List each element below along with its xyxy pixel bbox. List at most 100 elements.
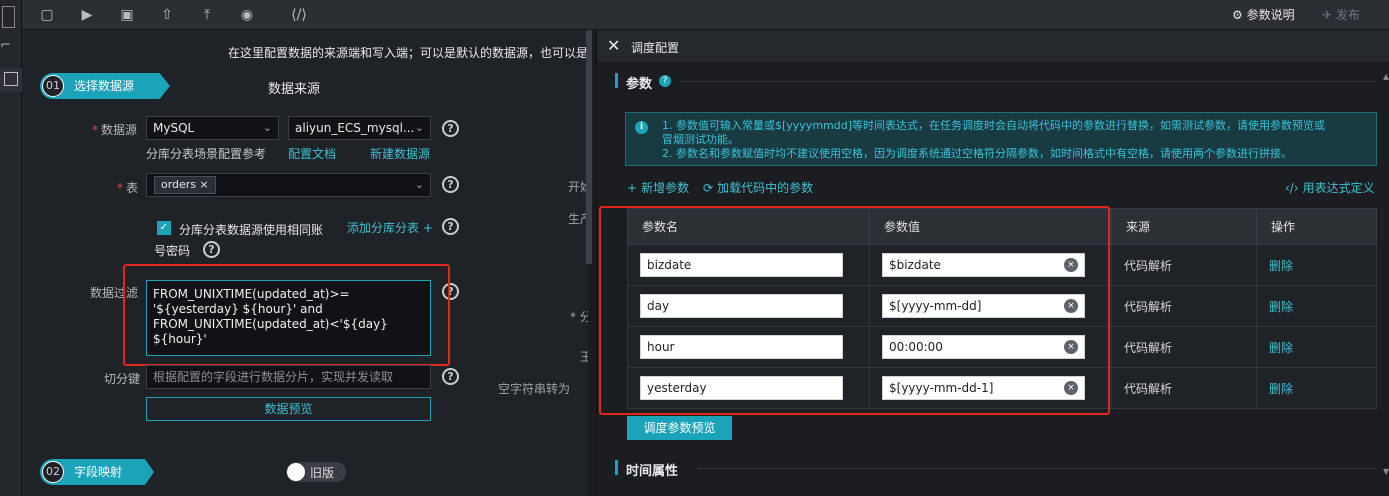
params-doc-button[interactable]: ⚙ 参数说明: [1232, 6, 1295, 23]
peek-text-3: 空字符串转为: [498, 382, 571, 396]
code-icon[interactable]: ⟨/⟩: [290, 6, 308, 24]
format-icon[interactable]: ⤒: [198, 6, 216, 24]
table-help-icon[interactable]: ?: [442, 176, 459, 193]
scroll-up-icon[interactable]: ▲: [1383, 72, 1389, 81]
gutter-grid-icon[interactable]: [0, 68, 22, 92]
datasource-name-select[interactable]: aliyun_ECS_mysql... ⌄: [288, 116, 431, 140]
param-source: 代码解析: [1111, 244, 1257, 286]
gutter-format-icon[interactable]: ⌐: [0, 38, 11, 53]
param-source: 代码解析: [1111, 285, 1257, 327]
schedule-params-preview-button[interactable]: 调度参数预览: [627, 416, 732, 440]
param-value-input[interactable]: 00:00:00 ×: [882, 335, 1085, 359]
toolbar: ▢ ▶ ▣ ⇧ ⤒ ◉ ⟨/⟩ ⚙ 参数说明 ✈ 发布: [22, 0, 1389, 30]
table-row: bizdate $bizdate × 代码解析 删除: [627, 244, 1377, 286]
data-preview-button[interactable]: 数据预览: [146, 397, 431, 421]
table-row: hour 00:00:00 × 代码解析 删除: [627, 326, 1377, 368]
param-value-input[interactable]: $[yyyy-mm-dd] ×: [882, 294, 1085, 318]
shard-help-icon[interactable]: ?: [442, 218, 459, 235]
filter-label: 数据过滤: [90, 286, 139, 300]
load-params-button[interactable]: ⟳ 加载代码中的参数: [703, 179, 813, 196]
peek-text-1: 开始: [568, 180, 588, 194]
hint-text: 在这里配置数据的来源端和写入端；可以是默认的数据源，也可以是: [228, 46, 588, 60]
table-row: yesterday $[yyyy-mm-dd-1] × 代码解析 删除: [627, 367, 1377, 409]
param-source: 代码解析: [1111, 367, 1257, 409]
left-scrollbar[interactable]: [586, 30, 592, 264]
table-label: * 表: [117, 181, 139, 195]
params-info-box: i 1. 参数值可输入常量或$[yyyymmdd]等时间表达式，在任务调度时会自…: [625, 112, 1377, 166]
split-key-input[interactable]: 根据配置的字段进行数据分片，实现并发读取: [146, 365, 431, 389]
table-row: day $[yyyy-mm-dd] × 代码解析 删除: [627, 285, 1377, 327]
add-shard-link[interactable]: 添加分库分表 +: [347, 219, 433, 236]
info-line-1: 1. 参数值可输入常量或$[yyyymmdd]等时间表达式，在任务调度时会自动将…: [662, 119, 1326, 132]
right-scrollbar[interactable]: ▲ ▼: [1383, 70, 1389, 496]
run-params-icon[interactable]: ▣: [118, 6, 136, 24]
panel-header: ✕ 调度配置: [597, 30, 1389, 62]
save-icon[interactable]: ▢: [38, 6, 56, 24]
upload-icon[interactable]: ⇧: [158, 6, 176, 24]
table-tag-orders[interactable]: orders ×: [154, 176, 216, 194]
stop-icon[interactable]: ◉: [238, 6, 256, 24]
param-source: 代码解析: [1111, 326, 1257, 368]
params-help-icon[interactable]: ?: [659, 75, 671, 87]
param-value-input[interactable]: $[yyyy-mm-dd-1] ×: [882, 376, 1085, 400]
old-version-toggle[interactable]: 旧版: [286, 462, 346, 482]
filter-help-icon[interactable]: ?: [442, 283, 459, 300]
info-icon: i: [635, 121, 648, 134]
split-key-label: 切分键: [104, 372, 141, 386]
datasource-help-icon[interactable]: ?: [442, 120, 459, 137]
split-help-icon[interactable]: ?: [442, 368, 459, 385]
time-section-title: 时间属性: [626, 464, 679, 479]
filter-textarea[interactable]: FROM_UNIXTIME(updated_at)>= '${yesterday…: [146, 280, 431, 356]
delete-link[interactable]: 删除: [1269, 300, 1293, 314]
same-account-checkbox[interactable]: ✓: [157, 221, 171, 235]
close-icon[interactable]: ✕: [607, 36, 620, 55]
info-line-2: 2. 参数名和参数赋值时均不建议使用空格，因为调度系统通过空格符分隔参数，如时间…: [662, 147, 1292, 160]
config-doc-link[interactable]: 配置文档: [288, 145, 336, 162]
datasource-type-select[interactable]: MySQL ⌄: [146, 116, 279, 140]
schedule-config-panel: ✕ 调度配置 参数 ? i 1. 参数值可输入常量或$[yyyymmdd]等时间…: [596, 30, 1389, 496]
info-line-1b: 冒烟测试功能。: [662, 133, 739, 146]
param-value-input[interactable]: $bizdate ×: [882, 253, 1085, 277]
delete-link[interactable]: 删除: [1269, 341, 1293, 355]
params-table: 参数名 参数值 来源 操作 bizdate $bizdate × 代码解析 删除 …: [627, 208, 1377, 409]
params-section-bar: [615, 73, 618, 88]
time-section-bar: [615, 460, 618, 475]
sharding-ref-link[interactable]: 分库分表场景配置参考: [146, 145, 266, 162]
delete-link[interactable]: 删除: [1269, 382, 1293, 396]
param-name-input[interactable]: day: [640, 294, 843, 318]
peek-text-5: 王: [580, 350, 588, 364]
param-name-input[interactable]: hour: [640, 335, 843, 359]
datasource-label: * 数据源: [92, 123, 138, 137]
publish-button[interactable]: ✈ 发布: [1322, 6, 1360, 23]
delete-link[interactable]: 删除: [1269, 259, 1293, 273]
run-icon[interactable]: ▶: [78, 6, 96, 24]
peek-text-4: * 分: [570, 310, 588, 324]
gutter-box[interactable]: [2, 6, 15, 28]
params-section-divider: [679, 81, 1377, 82]
same-account-label-1: 分库分表数据源使用相同账: [179, 223, 324, 237]
same-account-label-2: 号密码: [154, 244, 191, 258]
same-account-help-icon[interactable]: ?: [203, 241, 220, 258]
clear-icon[interactable]: ×: [1064, 381, 1078, 395]
step-field-mapping[interactable]: 02 字段映射: [40, 459, 154, 485]
clear-icon[interactable]: ×: [1064, 299, 1078, 313]
col-operation: 操作: [1256, 208, 1377, 245]
add-param-button[interactable]: + 新增参数: [627, 179, 689, 196]
panel-title: 调度配置: [631, 41, 680, 55]
peek-text-2: 生产: [568, 212, 588, 226]
param-name-input[interactable]: yesterday: [640, 376, 843, 400]
time-section-divider: [697, 468, 1377, 469]
col-param-name: 参数名: [627, 208, 870, 245]
param-name-input[interactable]: bizdate: [640, 253, 843, 277]
section-source-title: 数据来源: [268, 82, 321, 97]
left-gutter: ⌐: [0, 0, 22, 496]
new-datasource-link[interactable]: 新建数据源: [370, 145, 430, 162]
params-section-title: 参数: [626, 77, 653, 92]
expr-define-link[interactable]: ‹/› 用表达式定义: [1285, 179, 1375, 196]
data-integration-editor: 在这里配置数据的来源端和写入端；可以是默认的数据源，也可以是 01 选择数据源 …: [22, 30, 588, 496]
step-select-datasource[interactable]: 01 选择数据源: [40, 73, 170, 99]
clear-icon[interactable]: ×: [1064, 258, 1078, 272]
scroll-down-icon[interactable]: ▼: [1383, 467, 1389, 476]
col-source: 来源: [1111, 208, 1257, 245]
clear-icon[interactable]: ×: [1064, 340, 1078, 354]
